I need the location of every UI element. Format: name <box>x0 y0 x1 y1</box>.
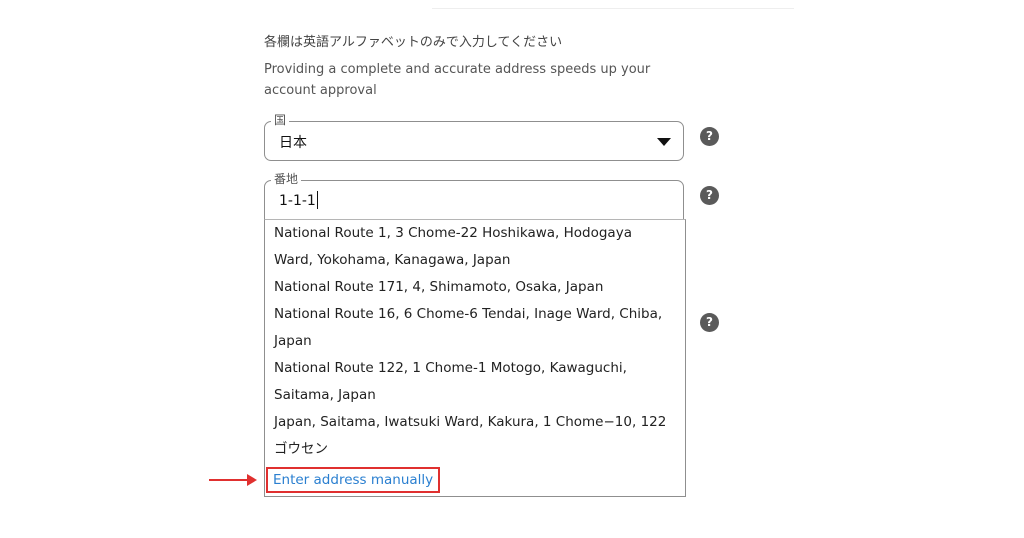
suggestion-item[interactable]: Japan, Saitama, Iwatsuki Ward, Kakura, 1… <box>265 409 685 463</box>
highlight-box: Enter address manually <box>266 467 441 493</box>
arrow-shaft <box>209 479 249 481</box>
top-divider <box>432 8 794 9</box>
suggestion-item[interactable]: National Route 16, 6 Chome-6 Tendai, Ina… <box>265 301 685 355</box>
suggestion-item[interactable]: National Route 171, 4, Shimamoto, Osaka,… <box>265 274 685 301</box>
arrow-head <box>247 474 257 486</box>
text-cursor <box>316 191 318 209</box>
country-value: 日本 <box>279 135 307 151</box>
enter-address-manually-link[interactable]: Enter address manually <box>273 472 433 488</box>
address-value: 1-1-1 <box>279 191 318 209</box>
approval-note: Providing a complete and accurate addres… <box>264 62 651 98</box>
address-label: 番地 <box>271 171 302 187</box>
question-circle-icon[interactable]: ? <box>700 313 719 332</box>
country-label: 国 <box>271 112 290 128</box>
question-circle-icon[interactable]: ? <box>700 127 719 146</box>
country-select[interactable]: 国 日本 <box>264 112 684 161</box>
suggestion-item[interactable]: National Route 1, 3 Chome-22 Hoshikawa, … <box>265 220 685 274</box>
arrow-right-icon <box>209 473 257 487</box>
address-suggestions-dropdown: National Route 1, 3 Chome-22 Hoshikawa, … <box>264 219 686 497</box>
instruction-text: 各欄は英語アルファベットのみで入力してください <box>264 35 563 50</box>
question-circle-icon[interactable]: ? <box>700 186 719 205</box>
caret-down-icon[interactable] <box>657 138 671 146</box>
address-input[interactable]: 番地 1-1-1 <box>264 171 684 220</box>
suggestion-item[interactable]: National Route 122, 1 Chome-1 Motogo, Ka… <box>265 355 685 409</box>
